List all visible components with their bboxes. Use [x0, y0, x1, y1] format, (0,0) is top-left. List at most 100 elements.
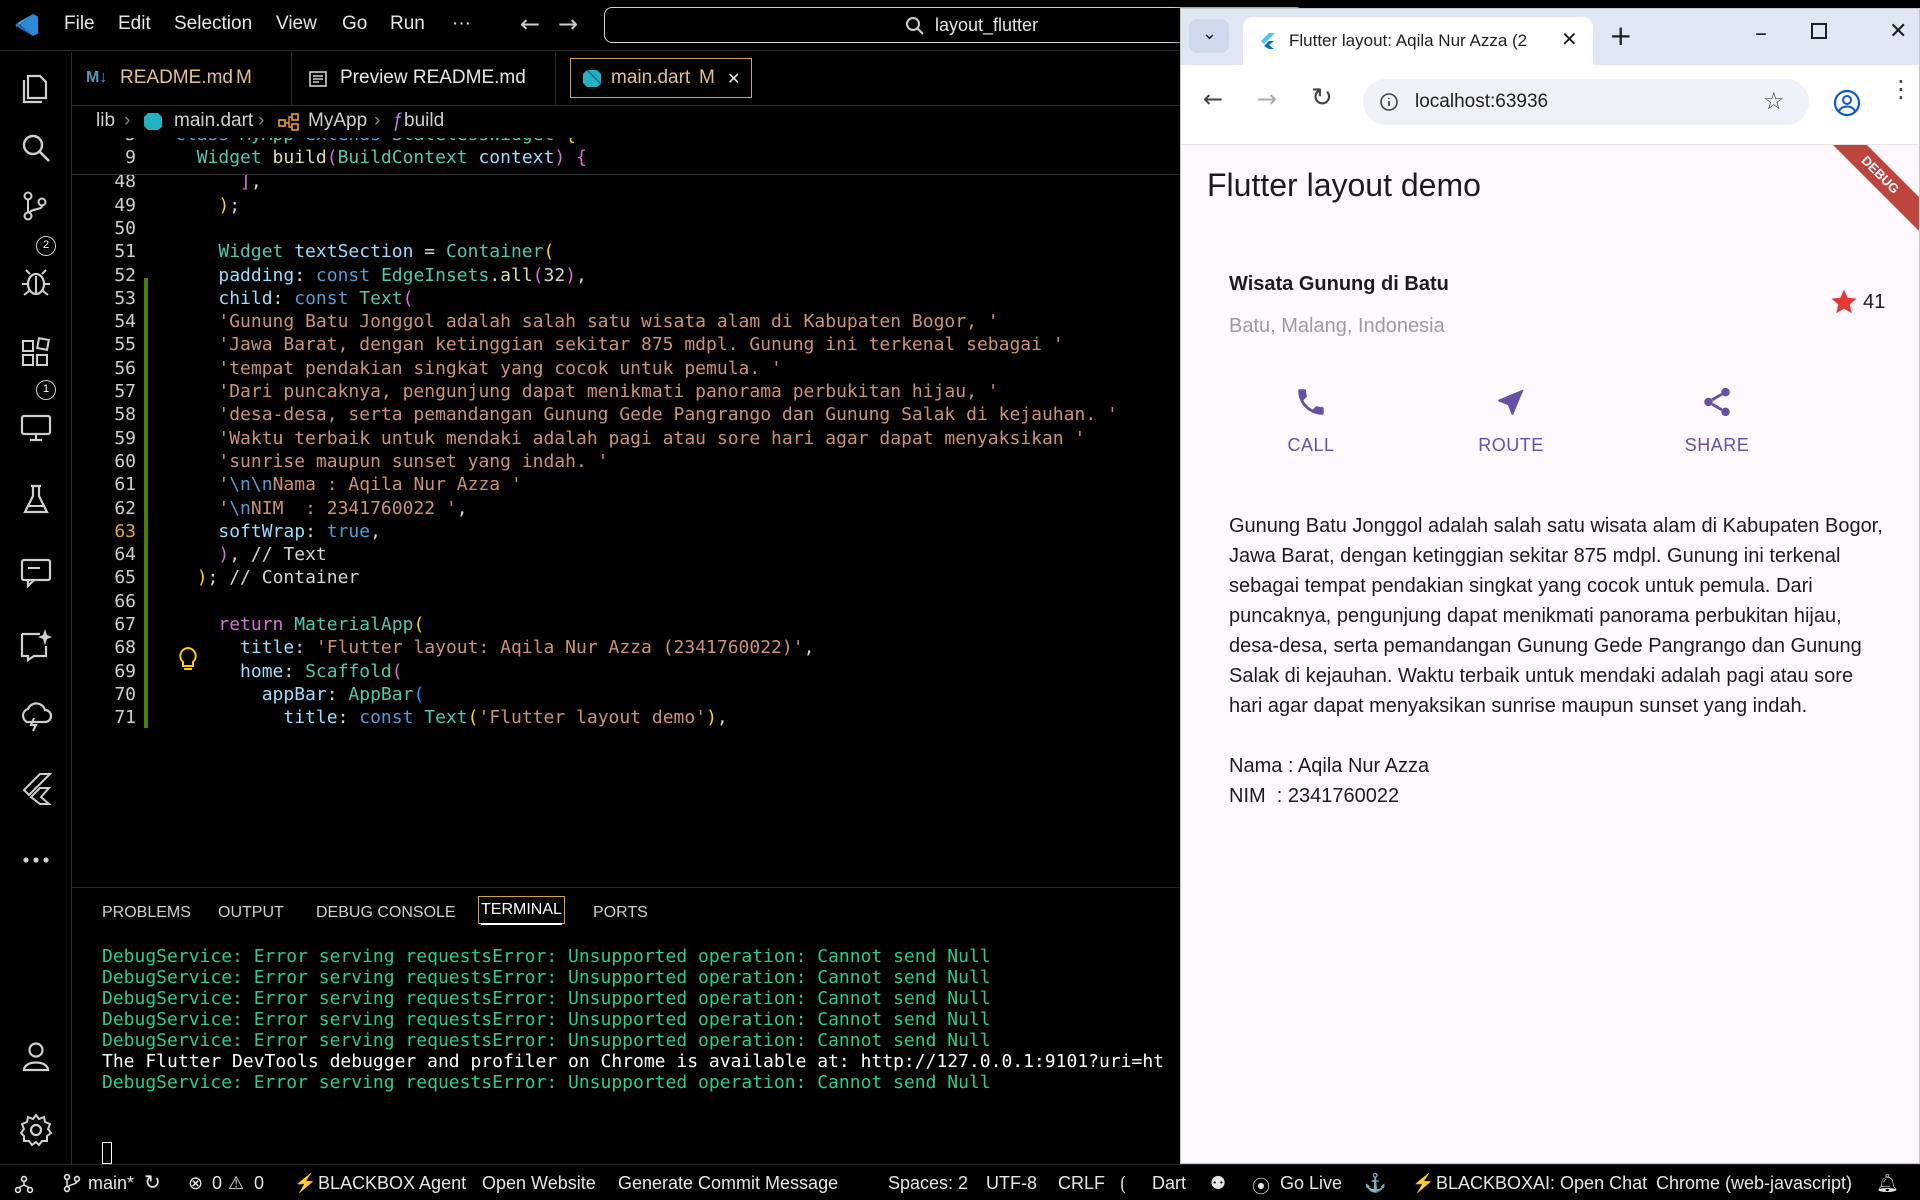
address-bar[interactable]: localhost:63936 ☆ — [1363, 79, 1809, 125]
chrome-menu-icon[interactable]: ⋮ — [1889, 77, 1913, 101]
testing-flask-icon[interactable] — [18, 482, 54, 518]
code-text: '\n\nNama : Aqila Nur Azza ' — [175, 474, 522, 496]
search-sidebar-icon[interactable] — [18, 130, 54, 166]
terminal-line: DebugService: Error serving requestsErro… — [102, 1072, 991, 1093]
chrome-tab-title: Flutter layout: Aqila Nur Azza (2 — [1289, 31, 1528, 50]
minimize-icon[interactable]: – — [1755, 19, 1767, 47]
call-button[interactable]: CALL — [1251, 385, 1371, 456]
warning-count[interactable]: 0 — [254, 1173, 264, 1194]
flutter-device[interactable]: Chrome (web-javascript) — [1656, 1173, 1852, 1194]
code-line[interactable]: 71 title: const Text('Flutter layout dem… — [72, 707, 1182, 735]
flutter-icon[interactable] — [18, 770, 54, 806]
breadcrumb-class[interactable]: MyApp — [308, 110, 367, 132]
feedback-icon[interactable]: ⚓ — [1364, 1173, 1386, 1194]
menu-go[interactable]: Go — [342, 13, 367, 35]
code-token: : — [272, 287, 295, 309]
tab-close-icon[interactable]: ✕ — [727, 69, 740, 89]
code-text: 'Dari puncaknya, pengunjung dapat menikm… — [175, 381, 998, 402]
panel-tab-terminal[interactable]: TERMINAL — [478, 896, 565, 925]
menu-more[interactable]: ··· — [452, 13, 471, 35]
tab-search-button[interactable]: ⌄ — [1189, 19, 1229, 53]
ai-sparkle-chat-icon[interactable] — [18, 626, 54, 662]
code-token: StatelessWidget — [392, 138, 565, 145]
share-button[interactable]: SHARE — [1657, 385, 1777, 456]
code-token: Nama : Aqila Nur Azza ' — [272, 474, 522, 496]
chrome-window: ⌄ Flutter layout: Aqila Nur Azza (2 ✕ + … — [1180, 8, 1920, 1164]
git-branch[interactable]: main* — [88, 1173, 134, 1194]
copilot-icon[interactable]: ⚉ — [1210, 1173, 1226, 1194]
accounts-icon[interactable] — [18, 1038, 54, 1074]
code-line[interactable]: 9 Widget build(BuildContext context) { — [72, 147, 1182, 175]
language-mode[interactable]: Dart — [1152, 1173, 1186, 1194]
blackbox-agent[interactable]: BLACKBOX Agent — [318, 1173, 466, 1194]
route-button[interactable]: ROUTE — [1451, 385, 1571, 456]
window-close-icon[interactable]: ✕ — [1889, 19, 1907, 44]
terminal-line: DebugService: Error serving requestsErro… — [102, 988, 991, 1009]
code-token: \n\n — [229, 474, 273, 496]
run-debug-icon[interactable] — [18, 264, 54, 300]
code-token: ( — [402, 287, 414, 309]
menu-selection[interactable]: Selection — [174, 13, 252, 35]
remote-indicator-icon[interactable] — [14, 1174, 34, 1194]
forward-arrow-icon[interactable]: → — [558, 10, 578, 38]
terminal-line: DebugService: Error serving requestsErro… — [102, 967, 991, 988]
editor-tabs: M↓ README.md M Preview README.md main.da… — [72, 52, 1182, 106]
panel-tab-debug-console[interactable]: DEBUG CONSOLE — [316, 904, 456, 922]
open-website[interactable]: Open Website — [482, 1173, 596, 1194]
tab-readme[interactable]: M↓ README.md M — [72, 52, 292, 106]
menu-file[interactable]: File — [64, 13, 95, 35]
chat-panel-icon[interactable] — [18, 554, 54, 590]
extensions-icon[interactable] — [18, 336, 54, 372]
code-text: 'Waktu terbaik untuk mendaki adalah pagi… — [175, 428, 1085, 449]
indent-spaces[interactable]: Spaces: 2 — [888, 1173, 968, 1194]
cloud-icon[interactable] — [18, 698, 54, 734]
sync-icon[interactable]: ↻ — [144, 1170, 161, 1195]
browser-back-icon[interactable]: ← — [1203, 85, 1223, 113]
code-text: title: 'Flutter layout: Aqila Nur Azza (… — [175, 637, 814, 658]
code-editor[interactable]: 47 _buildButtonColumn(color, Icons.share… — [72, 138, 1182, 886]
chrome-active-tab[interactable]: Flutter layout: Aqila Nur Azza (2 ✕ — [1243, 17, 1593, 65]
line-number: 56 — [114, 357, 136, 379]
maximize-icon[interactable] — [1811, 23, 1827, 39]
panel-tab-problems[interactable]: PROBLEMS — [102, 904, 191, 922]
panel-tab-ports[interactable]: PORTS — [593, 904, 648, 922]
back-arrow-icon[interactable]: ← — [520, 10, 540, 38]
menu-run[interactable]: Run — [390, 13, 425, 35]
line-number: 65 — [114, 567, 136, 589]
breadcrumb-lib[interactable]: lib — [96, 110, 115, 132]
tab-preview-readme[interactable]: Preview README.md — [292, 52, 556, 106]
tab-close-x-icon[interactable]: ✕ — [1561, 27, 1578, 51]
profile-icon[interactable] — [1833, 89, 1861, 117]
lightbulb-icon[interactable] — [176, 646, 200, 672]
new-tab-plus-icon[interactable]: + — [1609, 19, 1632, 52]
breadcrumb-method[interactable]: build — [404, 110, 444, 132]
line-number: 61 — [114, 474, 136, 496]
site-info-icon[interactable] — [1379, 92, 1399, 112]
notifications-bell-icon[interactable]: 🔔︎ — [1876, 1173, 1899, 1194]
error-count[interactable]: 0 — [212, 1173, 222, 1194]
code-token: 'tempat pendakian singkat yang cocok unt… — [218, 357, 782, 379]
explorer-icon[interactable] — [18, 70, 54, 106]
reload-icon[interactable]: ↻ — [1311, 83, 1333, 113]
tab-main-dart[interactable]: main.dart M ✕ — [570, 58, 752, 98]
breadcrumb-file[interactable]: main.dart — [174, 110, 253, 132]
menu-edit[interactable]: Edit — [118, 13, 151, 35]
browser-forward-icon[interactable]: → — [1257, 85, 1277, 113]
go-live[interactable]: Go Live — [1280, 1173, 1342, 1194]
settings-gear-icon[interactable] — [18, 1112, 54, 1148]
line-ending[interactable]: CRLF — [1058, 1173, 1105, 1194]
file-encoding[interactable]: UTF-8 — [986, 1173, 1037, 1194]
code-token: \n — [229, 497, 251, 519]
remote-explorer-icon[interactable] — [18, 410, 54, 446]
more-views-icon[interactable] — [18, 842, 54, 878]
generate-commit-message[interactable]: Generate Commit Message — [618, 1173, 838, 1194]
source-control-icon[interactable] — [18, 188, 54, 224]
code-token: ( — [532, 264, 544, 286]
code-token: // Text — [250, 544, 327, 566]
blackbox-open-chat[interactable]: BLACKBOXAI: Open Chat — [1436, 1173, 1647, 1194]
menu-view[interactable]: View — [276, 13, 317, 35]
panel-tab-output[interactable]: OUTPUT — [218, 904, 284, 922]
code-token: ( — [413, 614, 425, 635]
bookmark-star-icon[interactable]: ☆ — [1763, 87, 1785, 115]
